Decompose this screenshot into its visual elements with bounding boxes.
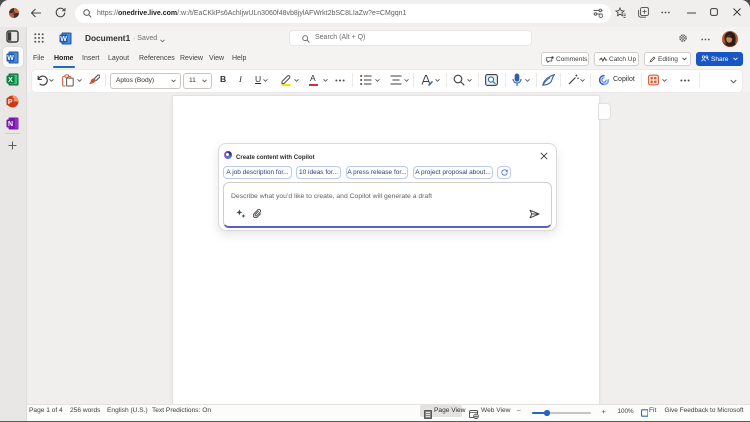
svg-text:X: X [8,77,13,84]
svg-text:N: N [8,121,13,128]
svg-text:P: P [8,99,13,106]
svg-text:W: W [60,36,67,43]
svg-text:W: W [7,55,14,62]
